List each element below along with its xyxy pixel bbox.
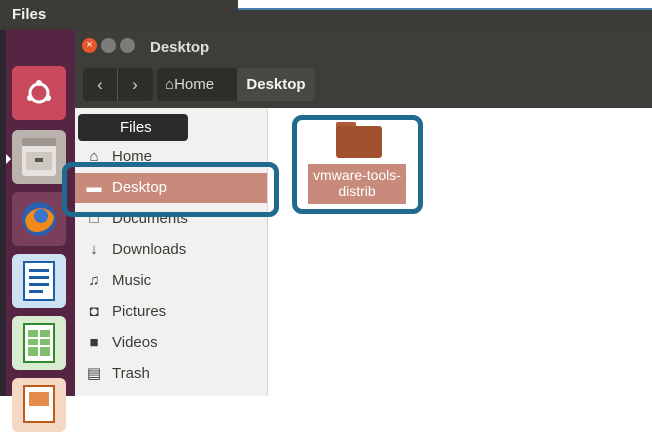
sidebar-item-pictures[interactable]: ◘ Pictures <box>75 297 267 327</box>
sidebar-item-label: Music <box>112 272 152 289</box>
firefox-icon[interactable] <box>12 192 66 246</box>
download-icon: ↓ <box>90 241 98 258</box>
trash-icon: ▤ <box>86 365 102 382</box>
breadcrumb-home[interactable]: ⌂Home <box>165 68 214 101</box>
libreoffice-impress-icon[interactable] <box>12 378 66 432</box>
sidebar-item-label: Trash <box>112 365 150 382</box>
files-tooltip: Files <box>78 114 188 141</box>
back-button[interactable]: ‹ <box>83 68 118 101</box>
top-highlight <box>238 0 652 10</box>
sidebar: ⌂ Home ▬ Desktop □ Documents ↓ Downloads… <box>75 108 268 396</box>
libreoffice-writer-icon[interactable] <box>12 254 66 308</box>
maximize-button[interactable] <box>120 38 135 53</box>
sidebar-item-trash[interactable]: ▤ Trash <box>75 359 267 389</box>
sidebar-item-downloads[interactable]: ↓ Downloads <box>75 235 267 265</box>
breadcrumb-desktop[interactable]: Desktop <box>237 68 315 101</box>
camera-icon: ◘ <box>89 303 99 320</box>
active-indicator <box>6 154 11 164</box>
libreoffice-calc-icon[interactable] <box>12 316 66 370</box>
forward-button[interactable]: › <box>118 68 152 101</box>
sidebar-item-label: Downloads <box>112 241 187 258</box>
video-icon: ■ <box>89 334 99 351</box>
breadcrumb: ⌂Home Desktop <box>157 68 315 101</box>
highlight-sidebar-desktop <box>62 162 279 217</box>
window-title: Desktop <box>150 39 210 56</box>
ubuntu-dash-icon[interactable] <box>12 66 66 120</box>
sidebar-item-label: Pictures <box>112 303 167 320</box>
close-button[interactable]: × <box>82 38 97 53</box>
nav-buttons: ‹ › <box>83 68 153 101</box>
sidebar-item-videos[interactable]: ■ Videos <box>75 328 267 358</box>
sidebar-item-music[interactable]: ♫ Music <box>75 266 267 296</box>
window-header: × Desktop ‹ › ⌂Home Desktop <box>75 30 652 108</box>
top-panel: Files <box>0 0 652 30</box>
files-app-icon[interactable] <box>12 130 66 184</box>
app-title: Files <box>12 6 47 23</box>
home-icon: ⌂ <box>165 76 175 93</box>
minimize-button[interactable] <box>101 38 116 53</box>
music-icon: ♫ <box>88 272 100 289</box>
highlight-folder <box>292 115 423 214</box>
sidebar-item-label: Videos <box>112 334 158 351</box>
